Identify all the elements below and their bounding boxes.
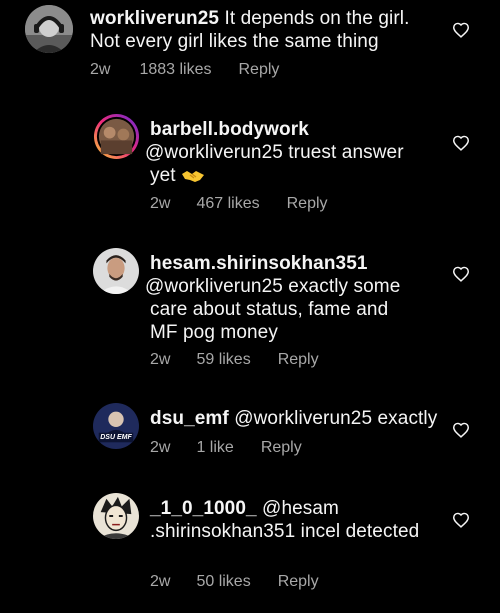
like-heart-icon[interactable] xyxy=(452,422,470,438)
comment-age: 2w xyxy=(150,351,171,368)
comment-body: dsu_emf @workliverun25 exactly xyxy=(150,407,450,430)
reply-button[interactable]: Reply xyxy=(278,351,319,369)
reply-button[interactable]: Reply xyxy=(287,195,328,213)
comment-likes[interactable]: 467 likes xyxy=(196,195,259,213)
avatar[interactable] xyxy=(93,113,140,160)
comment-likes[interactable]: 1 like xyxy=(196,439,233,457)
like-heart-icon[interactable] xyxy=(452,22,470,38)
avatar[interactable] xyxy=(93,248,139,294)
avatar[interactable] xyxy=(93,493,139,539)
avatar-image xyxy=(93,493,139,539)
handshake-emoji xyxy=(181,167,205,190)
comment-likes[interactable]: 59 likes xyxy=(196,351,250,369)
avatar-image xyxy=(93,113,140,160)
comment-likes[interactable]: 50 likes xyxy=(196,573,250,591)
like-heart-icon[interactable] xyxy=(452,135,470,151)
avatar-logo-text: DSU EMF xyxy=(100,434,132,441)
comment-username[interactable]: barbell.bodywork xyxy=(150,119,309,140)
comment-meta: 2w 50 likes Reply xyxy=(150,573,319,591)
avatar[interactable] xyxy=(25,5,73,53)
comment-username[interactable]: dsu_emf xyxy=(150,408,229,429)
reply-button[interactable]: Reply xyxy=(278,573,319,591)
comment-username[interactable]: workliverun25 xyxy=(90,8,219,29)
comment-body: workliverun25 It depends on the girl. No… xyxy=(90,7,420,53)
comment-meta: 2w 1883 likes Reply xyxy=(90,61,279,79)
avatar-image xyxy=(93,248,139,294)
like-heart-icon[interactable] xyxy=(452,512,470,528)
avatar-image xyxy=(25,5,73,53)
comment-meta: 2w 467 likes Reply xyxy=(150,195,328,213)
comment-body: _1_0_1000_ @hesam .shirinsokhan351 incel… xyxy=(150,497,420,543)
comment-age: 2w xyxy=(150,195,171,212)
comment-text: @workliverun25 exactly xyxy=(228,408,438,429)
avatar-image xyxy=(93,403,139,449)
reply-button[interactable]: Reply xyxy=(261,439,302,457)
avatar[interactable]: DSU EMF xyxy=(93,403,139,449)
like-heart-icon[interactable] xyxy=(452,266,470,282)
reply-button[interactable]: Reply xyxy=(239,61,280,79)
comment-text: @workliverun25 exactly some care about s… xyxy=(145,276,401,343)
comment-age: 2w xyxy=(150,573,171,590)
comment-hesam-shirinsokhan351: hesam.shirinsokhan351 @workliverun25 exa… xyxy=(0,245,500,380)
comment-age: 2w xyxy=(150,439,171,456)
comment-body: barbell.bodywork @workliverun25 truest a… xyxy=(145,118,420,190)
comment-workliverun25: workliverun25 It depends on the girl. No… xyxy=(0,0,500,90)
comment-username[interactable]: hesam.shirinsokhan351 xyxy=(150,253,368,274)
comment-username[interactable]: _1_0_1000_ xyxy=(150,498,257,519)
comment-likes[interactable]: 1883 likes xyxy=(139,61,211,79)
comment-barbell-bodywork: barbell.bodywork @workliverun25 truest a… xyxy=(0,110,500,220)
comment-age: 2w xyxy=(90,61,111,78)
comment-meta: 2w 59 likes Reply xyxy=(150,351,319,369)
comment-body: hesam.shirinsokhan351 @workliverun25 exa… xyxy=(145,252,420,344)
comment-meta: 2w 1 like Reply xyxy=(150,439,302,457)
comment-dsu-emf: DSU EMF dsu_emf @workliverun25 exactly 2… xyxy=(0,400,500,470)
comment-1-0-1000: _1_0_1000_ @hesam .shirinsokhan351 incel… xyxy=(0,490,500,605)
